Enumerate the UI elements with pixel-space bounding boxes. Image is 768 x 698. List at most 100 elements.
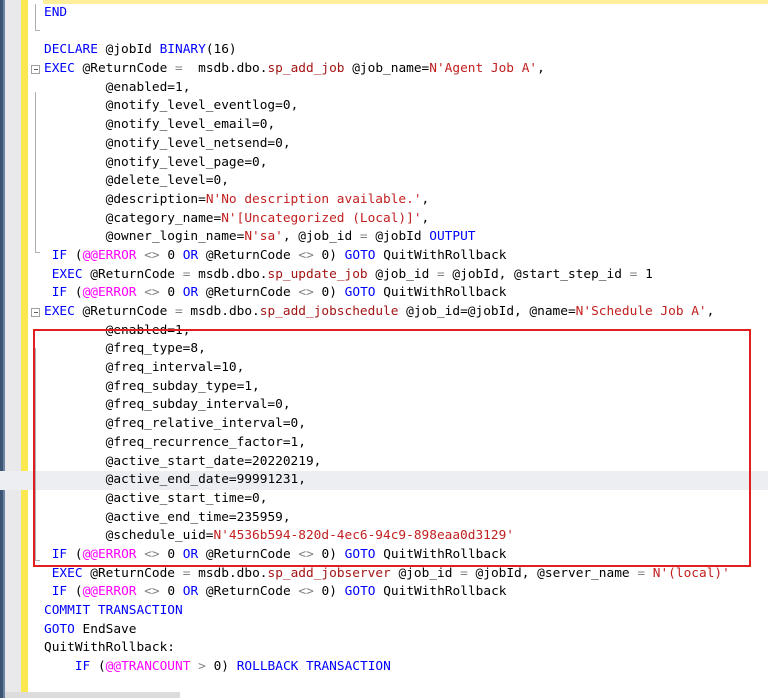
code-line[interactable]: @freq_type=8, xyxy=(0,340,768,359)
code-token: BINARY xyxy=(159,42,206,58)
code-line[interactable]: @active_end_date=99991231, xyxy=(0,471,768,490)
code-line[interactable]: @freq_relative_interval=0, xyxy=(0,415,768,434)
code-token: @ReturnCode xyxy=(74,304,175,319)
code-token: @jobId, @server_name xyxy=(467,565,638,581)
code-token: 20220219 xyxy=(252,453,314,469)
code-line[interactable]: GOTO EndSave xyxy=(0,621,768,640)
code-line[interactable] xyxy=(0,23,768,42)
code-token: QuitWithRollback xyxy=(375,247,507,263)
code-line[interactable]: EXEC @ReturnCode = msdb.dbo.sp_update_jo… xyxy=(0,266,768,285)
code-line[interactable]: @enabled=1, xyxy=(0,79,768,98)
code-token: END xyxy=(44,5,68,20)
code-token: @@TRANCOUNT xyxy=(105,659,191,675)
code-token: DECLARE xyxy=(44,42,98,58)
code-line[interactable]: @freq_interval=10, xyxy=(0,359,768,378)
code-token: @delete_level= xyxy=(105,173,214,189)
code-token: @job_id xyxy=(367,266,437,282)
code-token: ) xyxy=(329,285,345,301)
code-line[interactable]: IF (@@ERROR <> 0 OR @ReturnCode <> 0) GO… xyxy=(0,247,768,266)
code-token: msdb.dbo. xyxy=(190,266,268,282)
code-token: <> xyxy=(298,546,314,562)
code-token: <> xyxy=(298,285,314,301)
code-token: 0 xyxy=(275,397,283,413)
code-line[interactable]: @notify_level_eventlog=0, xyxy=(0,97,768,116)
code-line[interactable]: @active_start_date=20220219, xyxy=(0,453,768,472)
code-token: @notify_level_netsend= xyxy=(105,135,276,151)
code-line[interactable]: DECLARE @jobId BINARY(16) xyxy=(0,41,768,60)
code-line[interactable]: @notify_level_page=0, xyxy=(0,154,768,173)
code-line[interactable]: @delete_level=0, xyxy=(0,172,768,191)
code-token: 1 xyxy=(645,266,653,282)
code-line[interactable]: @notify_level_netsend=0, xyxy=(0,135,768,154)
code-token: @ReturnCode xyxy=(82,266,183,282)
code-token: 0 xyxy=(252,490,260,506)
code-token: @jobId, @start_step_id xyxy=(444,266,630,282)
code-line[interactable]: @freq_subday_interval=0, xyxy=(0,396,768,415)
code-token: @jobId xyxy=(97,42,160,58)
code-line[interactable]: @enabled=1, xyxy=(0,322,768,341)
horizontal-scrollbar-nub[interactable] xyxy=(5,692,180,698)
sql-code-editor[interactable]: END DECLARE @jobId BINARY(16) EXEC @Return… xyxy=(0,0,768,698)
code-line[interactable]: @active_start_time=0, xyxy=(0,490,768,509)
code-token: @schedule_uid= xyxy=(105,528,214,544)
code-token: <> xyxy=(298,247,314,263)
code-line[interactable]: END xyxy=(0,4,768,23)
code-token: @active_start_date= xyxy=(105,453,253,469)
code-token: msdb.dbo. xyxy=(182,304,260,319)
code-line[interactable]: @notify_level_email=0, xyxy=(0,116,768,135)
code-line[interactable]: @freq_recurrence_factor=1, xyxy=(0,434,768,453)
code-token: EXEC xyxy=(44,304,75,319)
code-line[interactable]: IF (@@ERROR <> 0 OR @ReturnCode <> 0) GO… xyxy=(0,284,768,303)
code-token: , xyxy=(313,453,322,469)
code-line[interactable]: @owner_login_name=N'sa', @job_id = @jobI… xyxy=(0,228,768,247)
collapse-fold-icon[interactable] xyxy=(31,307,40,317)
code-token: @notify_level_eventlog= xyxy=(105,98,283,114)
code-line[interactable]: @description=N'No description available.… xyxy=(0,191,768,210)
outlining-guide-line xyxy=(35,4,36,30)
code-token: OR xyxy=(182,546,199,562)
code-line[interactable]: @category_name=N'[Uncategorized (Local)]… xyxy=(0,210,768,229)
code-token: N'(local)' xyxy=(652,565,730,581)
code-line[interactable]: QuitWithRollback: xyxy=(0,639,768,658)
code-token: ROLLBACK TRANSACTION xyxy=(236,659,391,675)
code-lines-container[interactable]: END DECLARE @jobId BINARY(16) EXEC @Return… xyxy=(0,4,768,698)
code-token: , xyxy=(267,117,276,133)
code-token: @ReturnCode xyxy=(198,546,299,562)
code-line[interactable]: COMMIT TRANSACTION xyxy=(0,602,768,621)
code-line[interactable]: IF (@@ERROR <> 0 OR @ReturnCode <> 0) GO… xyxy=(0,583,768,602)
code-line[interactable]: @active_end_time=235959, xyxy=(0,509,768,528)
code-token: = xyxy=(359,229,368,245)
code-token: ) xyxy=(329,247,345,263)
code-token: , xyxy=(252,378,260,394)
code-line[interactable]: IF (@@TRANCOUNT > 0) ROLLBACK TRANSACTIO… xyxy=(0,658,768,677)
code-token: 235959 xyxy=(236,509,283,525)
code-token: , xyxy=(421,210,430,226)
code-token: N'Agent Job A' xyxy=(429,61,538,77)
code-token: = xyxy=(460,565,468,581)
code-token: ( xyxy=(67,285,83,301)
code-token: @job_id xyxy=(390,565,461,581)
code-line[interactable]: EXEC @ReturnCode = msdb.dbo.sp_add_job @… xyxy=(0,60,768,79)
code-line[interactable]: EXEC @ReturnCode = msdb.dbo.sp_add_jobse… xyxy=(0,565,768,584)
code-token: 1 xyxy=(244,378,253,394)
code-token: @freq_relative_interval= xyxy=(105,416,291,432)
code-line[interactable]: EXEC @ReturnCode = msdb.dbo.sp_add_jobsc… xyxy=(0,303,768,322)
code-token: @freq_type= xyxy=(105,341,191,357)
code-token: , @job_id xyxy=(282,229,360,245)
code-token: , xyxy=(259,490,268,506)
collapse-fold-icon[interactable] xyxy=(31,64,40,74)
code-token: msdb.dbo. xyxy=(190,565,268,581)
code-token: <> xyxy=(144,285,160,301)
code-line[interactable]: IF (@@ERROR <> 0 OR @ReturnCode <> 0) GO… xyxy=(0,546,768,565)
code-line[interactable]: @freq_subday_type=1, xyxy=(0,378,768,397)
code-line[interactable]: @schedule_uid=N'4536b594-820d-4ec6-94c9-… xyxy=(0,527,768,546)
code-token: N'No description available.' xyxy=(205,191,422,207)
